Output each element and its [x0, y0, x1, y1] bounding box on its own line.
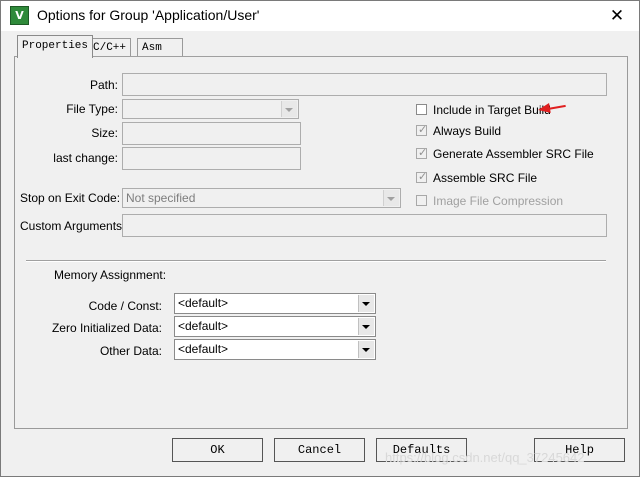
other-data-select[interactable]: <default> [174, 339, 376, 360]
window-title: Options for Group 'Application/User' [37, 7, 260, 23]
other-data-value: <default> [178, 342, 229, 356]
size-label: Size: [91, 126, 118, 140]
file-type-combo [122, 99, 299, 119]
custom-arguments-label: Custom Arguments: [20, 219, 126, 233]
memory-assignment-heading: Memory Assignment: [54, 268, 167, 282]
size-field [122, 122, 301, 145]
zero-initialized-value: <default> [178, 319, 229, 333]
code-const-label: Code / Const: [88, 299, 162, 313]
check-mark-icon: ✓ [418, 171, 428, 183]
path-field [122, 73, 607, 96]
assemble-src-file-checkbox[interactable]: ✓ [416, 171, 428, 184]
ok-button[interactable]: OK [172, 438, 263, 462]
stop-on-exit-value: Not specified [126, 191, 196, 205]
separator [26, 260, 606, 262]
chevron-down-icon[interactable] [358, 295, 374, 312]
image-file-compression-label: Image File Compression [433, 194, 564, 208]
other-data-label: Other Data: [99, 344, 162, 358]
image-file-compression-checkbox [416, 195, 428, 207]
last-change-label: last change: [53, 151, 118, 165]
annotation-arrow-icon [537, 103, 551, 115]
zero-initialized-select[interactable]: <default> [174, 316, 376, 337]
zero-initialized-label: Zero Initialized Data: [51, 321, 162, 335]
checkbox-box [416, 195, 427, 206]
generate-assembler-src-checkbox[interactable]: ✓ [416, 147, 428, 160]
checkbox-box[interactable]: ✓ [416, 124, 428, 136]
close-button[interactable]: ✕ [596, 1, 638, 30]
chevron-down-icon [281, 101, 297, 117]
code-const-value: <default> [178, 296, 229, 310]
keil-app-icon: V [10, 6, 29, 25]
file-type-label: File Type: [66, 102, 118, 116]
stop-on-exit-combo: Not specified [122, 188, 401, 208]
assemble-src-file-label[interactable]: Assemble SRC File [433, 171, 537, 185]
custom-arguments-field [122, 214, 607, 237]
tab-properties[interactable]: Properties [17, 35, 94, 58]
include-in-target-build-checkbox[interactable] [416, 104, 428, 116]
always-build-label[interactable]: Always Build [433, 124, 501, 138]
watermark-text: https://blog.csdn.net/qq_37245642 [385, 450, 585, 465]
checkbox-box[interactable] [416, 104, 427, 115]
chevron-down-icon[interactable] [358, 318, 374, 335]
include-in-target-build-label[interactable]: Include in Target Build [433, 103, 551, 117]
check-mark-icon: ✓ [418, 124, 428, 136]
always-build-checkbox[interactable]: ✓ [416, 124, 428, 137]
code-const-select[interactable]: <default> [174, 293, 376, 314]
chevron-down-icon [383, 190, 399, 206]
path-label: Path: [89, 78, 118, 92]
cancel-button[interactable]: Cancel [274, 438, 365, 462]
last-change-field [122, 147, 301, 170]
tab-asm[interactable]: Asm [137, 38, 183, 57]
tab-c-cpp[interactable]: C/C++ [88, 38, 132, 57]
stop-on-exit-label: Stop on Exit Code: [20, 191, 121, 205]
checkbox-box[interactable]: ✓ [416, 171, 428, 183]
chevron-down-icon[interactable] [358, 341, 374, 358]
checkbox-box[interactable]: ✓ [416, 147, 428, 159]
check-mark-icon: ✓ [418, 147, 428, 159]
generate-assembler-src-label[interactable]: Generate Assembler SRC File [433, 147, 594, 161]
